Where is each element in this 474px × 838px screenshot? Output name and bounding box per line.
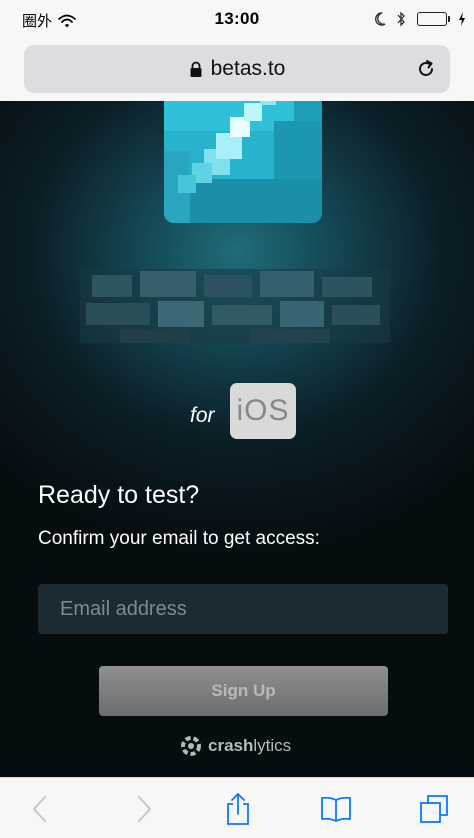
reload-icon [419, 60, 433, 76]
share-button[interactable] [218, 792, 258, 826]
charging-icon [458, 12, 466, 26]
address-display[interactable]: betas.to [24, 45, 450, 93]
forward-button[interactable] [124, 792, 164, 826]
status-indicators [373, 11, 466, 27]
reload-button[interactable] [412, 55, 440, 83]
sign-up-button[interactable]: Sign Up [99, 666, 388, 716]
status-bar: 圈外 13:00 [0, 0, 474, 40]
back-button[interactable] [20, 792, 60, 826]
browser-toolbar [0, 777, 474, 838]
bookmarks-icon [321, 796, 351, 822]
tabs-icon [420, 795, 448, 823]
bookmarks-button[interactable] [316, 792, 356, 826]
crashlytics-wordmark: crashlytics [208, 736, 292, 755]
app-icon [164, 101, 322, 223]
lock-icon [189, 61, 203, 78]
page-subtitle: Confirm your email to get access: [38, 528, 320, 549]
tabs-button[interactable] [414, 792, 454, 826]
crashlytics-icon [180, 735, 202, 757]
crashlytics-logo: crashlytics [180, 733, 291, 759]
share-icon [227, 793, 249, 825]
web-page: for iOS Ready to test? Confirm your emai… [0, 101, 474, 777]
browser-top-bar: betas.to [0, 40, 474, 101]
page-headline: Ready to test? [38, 481, 200, 509]
forward-icon [138, 796, 151, 822]
url-text: betas.to [210, 57, 286, 80]
for-label: for [190, 404, 215, 427]
app-name-pixelated [80, 261, 390, 351]
battery-icon [417, 12, 450, 26]
email-input[interactable] [38, 584, 448, 634]
address-bar[interactable]: betas.to [24, 45, 450, 93]
ios-badge: iOS [230, 383, 296, 439]
bluetooth-icon [395, 11, 409, 27]
back-icon [33, 796, 46, 822]
moon-icon [373, 11, 387, 27]
